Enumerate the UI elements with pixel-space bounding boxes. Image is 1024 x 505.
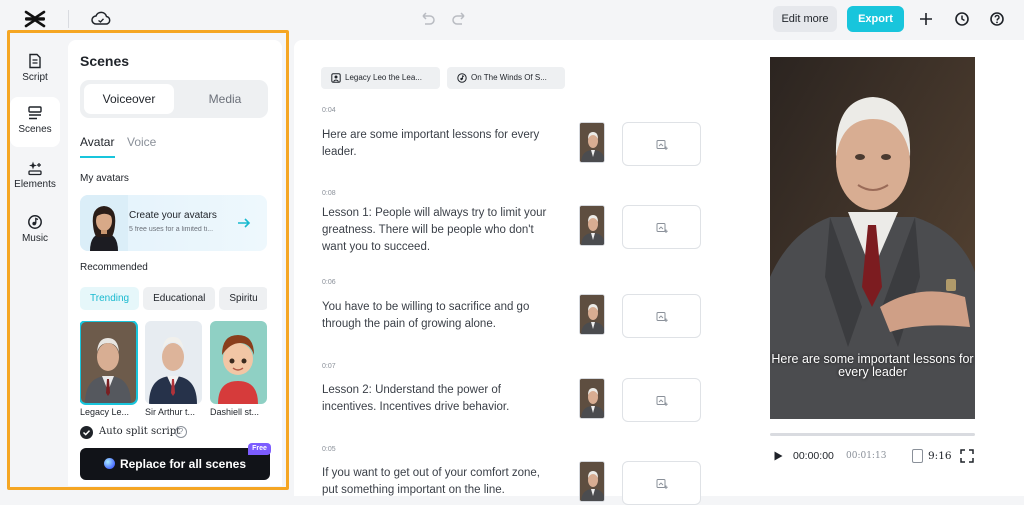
help-icon[interactable] bbox=[988, 10, 1006, 28]
preview-caption: Here are some important lessons for ever… bbox=[771, 352, 974, 379]
scene-duration: 0:07 bbox=[322, 363, 336, 370]
music-icon bbox=[457, 73, 467, 83]
add-media-icon bbox=[656, 312, 668, 322]
scene-duration: 0:05 bbox=[322, 446, 336, 453]
scene-avatar-thumbnail[interactable] bbox=[579, 378, 605, 419]
undo-icon[interactable] bbox=[418, 10, 436, 28]
playback-scrubber[interactable] bbox=[770, 433, 975, 436]
scene-avatar-thumbnail[interactable] bbox=[579, 122, 605, 163]
add-media-icon bbox=[656, 140, 668, 150]
preview-area: Here are some important lessons for ever… bbox=[754, 40, 1024, 496]
add-media-slot[interactable] bbox=[622, 461, 701, 505]
current-time: 00:00:00 bbox=[793, 450, 834, 462]
add-media-slot[interactable] bbox=[622, 294, 701, 338]
scene-script-text[interactable]: If you want to get out of your comfort z… bbox=[322, 465, 558, 499]
add-media-slot[interactable] bbox=[622, 378, 701, 422]
scene-duration: 0:06 bbox=[322, 279, 336, 286]
add-media-slot[interactable] bbox=[622, 205, 701, 249]
export-button[interactable]: Export bbox=[847, 6, 904, 32]
aspect-ratio-icon[interactable] bbox=[912, 449, 923, 463]
avatar-pill-label: Legacy Leo the Lea... bbox=[345, 73, 422, 82]
plus-icon[interactable] bbox=[917, 10, 935, 28]
add-media-icon bbox=[656, 396, 668, 406]
scene-duration: 0:08 bbox=[322, 190, 336, 197]
total-time: 00:01:13 bbox=[846, 451, 887, 461]
history-icon[interactable] bbox=[953, 10, 971, 28]
scene-script-text[interactable]: Lesson 1: People will always try to limi… bbox=[322, 205, 558, 256]
scene-script-list: Legacy Leo the Lea... On The Winds Of S.… bbox=[294, 40, 754, 505]
cloud-icon[interactable] bbox=[90, 9, 112, 29]
scene-avatar-thumbnail[interactable] bbox=[579, 205, 605, 246]
add-media-icon bbox=[656, 479, 668, 489]
scene-duration: 0:04 bbox=[322, 107, 336, 114]
avatar-icon bbox=[331, 73, 341, 83]
fullscreen-icon[interactable] bbox=[960, 449, 974, 463]
divider bbox=[68, 10, 69, 28]
capcut-logo-icon[interactable] bbox=[24, 9, 46, 29]
highlight-frame bbox=[7, 30, 289, 490]
music-pill[interactable]: On The Winds Of S... bbox=[447, 67, 565, 89]
add-media-icon bbox=[656, 223, 668, 233]
play-icon[interactable] bbox=[772, 450, 784, 462]
music-pill-label: On The Winds Of S... bbox=[471, 73, 547, 82]
add-media-slot[interactable] bbox=[622, 122, 701, 166]
redo-icon[interactable] bbox=[451, 10, 469, 28]
scene-script-text[interactable]: You have to be willing to sacrifice and … bbox=[322, 299, 558, 333]
avatar-pill[interactable]: Legacy Leo the Lea... bbox=[321, 67, 440, 89]
edit-more-button[interactable]: Edit more bbox=[773, 6, 837, 32]
video-preview[interactable]: Here are some important lessons for ever… bbox=[770, 57, 975, 419]
scene-script-text[interactable]: Here are some important lessons for ever… bbox=[322, 127, 558, 161]
scene-avatar-thumbnail[interactable] bbox=[579, 294, 605, 335]
aspect-ratio-label[interactable]: 9:16 bbox=[928, 450, 952, 462]
scene-script-text[interactable]: Lesson 2: Understand the power of incent… bbox=[322, 382, 558, 416]
